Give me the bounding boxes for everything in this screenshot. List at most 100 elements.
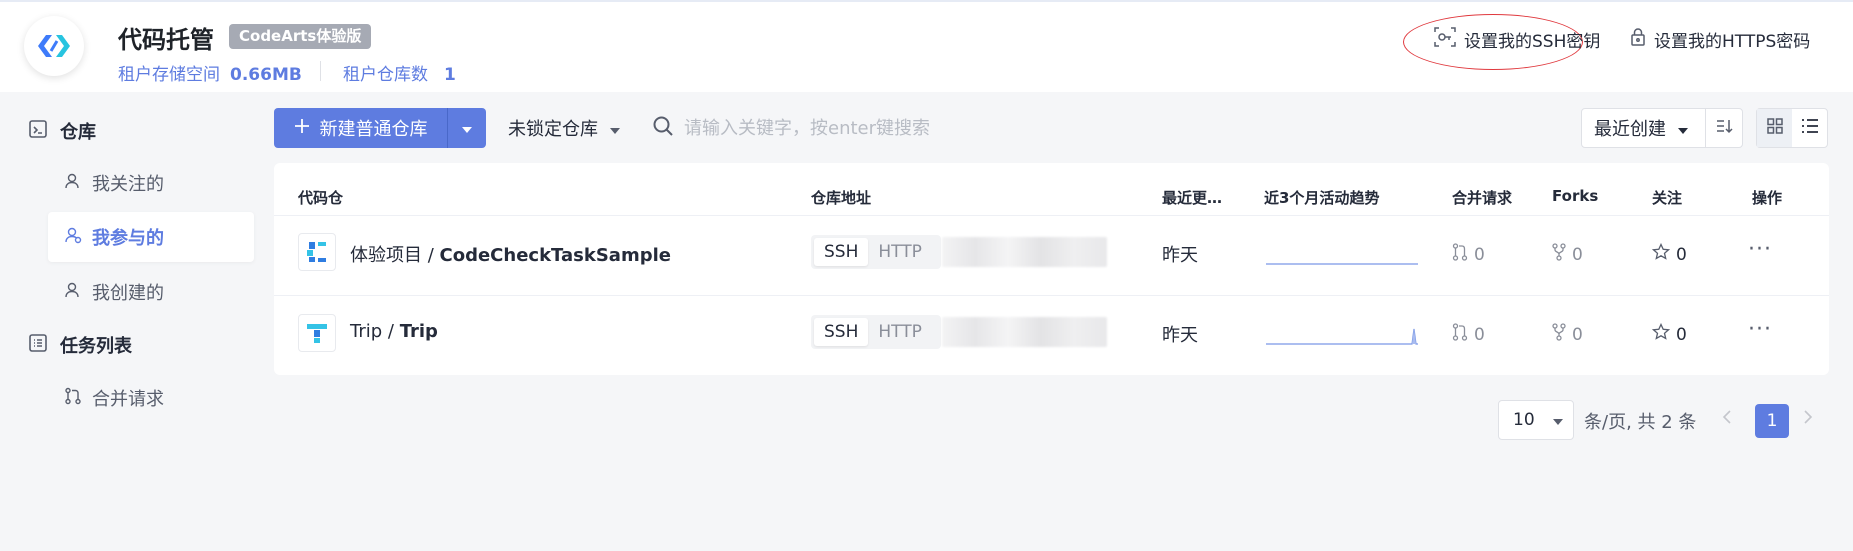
sidebar-group-repositories[interactable]: 仓库 [28,116,96,146]
repo-url-redacted[interactable] [942,237,1107,267]
sort-descending-icon [1715,117,1733,140]
page-number-current[interactable]: 1 [1755,404,1789,438]
sidebar-item-created[interactable]: 我创建的 [48,267,254,317]
sidebar-group-tasks[interactable]: 任务列表 [28,330,132,360]
previous-page-button[interactable] [1722,408,1732,429]
activity-sparkline [1266,328,1418,345]
repo-link[interactable]: 体验项目 / CodeCheckTaskSample [350,241,671,267]
column-header-address: 仓库地址 [811,189,872,207]
sidebar-item-merge-requests[interactable]: 合并请求 [48,373,254,423]
edition-badge: CodeArts体验版 [229,24,372,49]
merge-request-count-value: 0 [1474,324,1485,345]
star-icon [1651,322,1671,346]
fork-icon [1552,323,1566,346]
page-title: 代码托管 [118,26,214,54]
chevron-left-icon [1722,408,1732,429]
header-divider [320,61,321,81]
sidebar-item-following-label: 我关注的 [92,174,164,195]
user-created-icon [64,281,82,304]
page-header: 代码托管 CodeArts体验版 租户存储空间 0.66MB 租户仓库数 1 设置我… [0,0,1853,92]
search-input[interactable] [684,117,1184,139]
next-page-button[interactable] [1803,408,1813,429]
column-header-actions: 操作 [1752,189,1783,207]
merge-request-icon [1452,323,1468,346]
chevron-right-icon [1803,408,1813,429]
protocol-switch: SSH HTTP [811,315,941,349]
sort-select-value: 最近创建 [1594,119,1666,140]
task-list-icon [28,333,48,358]
http-tab[interactable]: HTTP [868,238,932,266]
repository-icon [28,119,48,144]
page-size-select[interactable]: 10 [1498,400,1574,440]
new-repo-split-button: 新建普通仓库 [274,108,486,148]
row-divider [274,295,1829,296]
set-https-password-link[interactable]: 设置我的HTTPS密码 [1630,26,1810,52]
watch-count-value: 0 [1676,244,1687,265]
plus-icon [294,118,310,139]
repo-name: CodeCheckTaskSample [439,245,671,266]
new-repo-dropdown-button[interactable] [448,108,486,148]
lock-status-filter[interactable]: 未锁定仓库 [508,113,620,143]
search-box [652,108,1212,148]
sort-select[interactable]: 最近创建 [1581,108,1706,148]
star-icon [1651,242,1671,266]
view-toggle [1756,108,1828,148]
ssh-tab[interactable]: SSH [814,238,869,266]
sort-direction-button[interactable] [1705,108,1743,148]
watch-count[interactable]: 0 [1651,242,1687,266]
grid-icon [1766,117,1783,139]
sidebar-item-participating-label: 我参与的 [92,228,164,249]
fork-count-value: 0 [1572,324,1583,345]
sidebar-item-following[interactable]: 我关注的 [48,158,254,208]
column-header-updated[interactable]: 最近更… [1162,187,1222,208]
repo-name: Trip [399,321,438,342]
new-repo-button-label: 新建普通仓库 [319,119,428,140]
repo-link[interactable]: Trip / Trip [350,321,438,342]
repo-avatar [298,233,336,271]
codearts-logo [24,16,84,76]
ssh-key-icon [1434,26,1456,52]
set-ssh-key-label: 设置我的SSH密钥 [1464,31,1601,52]
repo-project-name: 体验项目 / [350,245,440,266]
fork-count[interactable]: 0 [1552,323,1583,346]
watch-count-value: 0 [1676,324,1687,345]
list-icon [1801,118,1819,139]
caret-down-icon [610,118,620,139]
set-ssh-key-link[interactable]: 设置我的SSH密钥 [1434,26,1600,52]
column-header-watch: 关注 [1652,189,1683,207]
repo-table: 代码仓 仓库地址 最近更… 近3个月活动趋势 合并请求 Forks 关注 操作 … [274,163,1829,375]
more-actions-button[interactable]: ··· [1748,237,1772,262]
page-size-value: 10 [1513,410,1535,430]
tenant-storage-value: 0.66MB [230,65,302,85]
fork-count-value: 0 [1572,244,1583,265]
repo-project-name: Trip / [350,321,400,342]
updated-time: 昨天 [1162,325,1198,346]
protocol-switch: SSH HTTP [811,235,941,269]
repo-url-redacted[interactable] [942,317,1107,347]
caret-down-icon [1552,410,1563,430]
sidebar-item-created-label: 我创建的 [92,283,164,304]
tenant-repo-count-value: 1 [444,65,456,85]
watch-count[interactable]: 0 [1651,322,1687,346]
http-tab[interactable]: HTTP [868,318,932,346]
column-header-forks: Forks [1552,187,1599,205]
sidebar-item-participating[interactable]: 我参与的 [48,212,254,262]
caret-down-icon [462,118,472,138]
column-header-activity: 近3个月活动趋势 [1264,189,1380,207]
merge-request-icon [64,387,82,410]
more-actions-button[interactable]: ··· [1748,317,1772,342]
column-header-repo: 代码仓 [298,189,344,207]
sidebar-group-tasks-label: 任务列表 [60,336,132,357]
merge-request-icon [1452,243,1468,266]
new-repo-button[interactable]: 新建普通仓库 [274,108,447,148]
fork-count[interactable]: 0 [1552,243,1583,266]
merge-request-count[interactable]: 0 [1452,323,1485,346]
merge-request-count[interactable]: 0 [1452,243,1485,266]
card-view-button[interactable] [1757,109,1792,147]
tenant-repo-count: 租户仓库数 1 [343,60,456,85]
list-view-button[interactable] [1792,109,1827,147]
ssh-tab[interactable]: SSH [814,318,869,346]
user-participate-icon [64,226,82,249]
pagination-summary: 条/页, 共 2 条 [1584,412,1697,433]
lock-icon [1630,27,1646,51]
